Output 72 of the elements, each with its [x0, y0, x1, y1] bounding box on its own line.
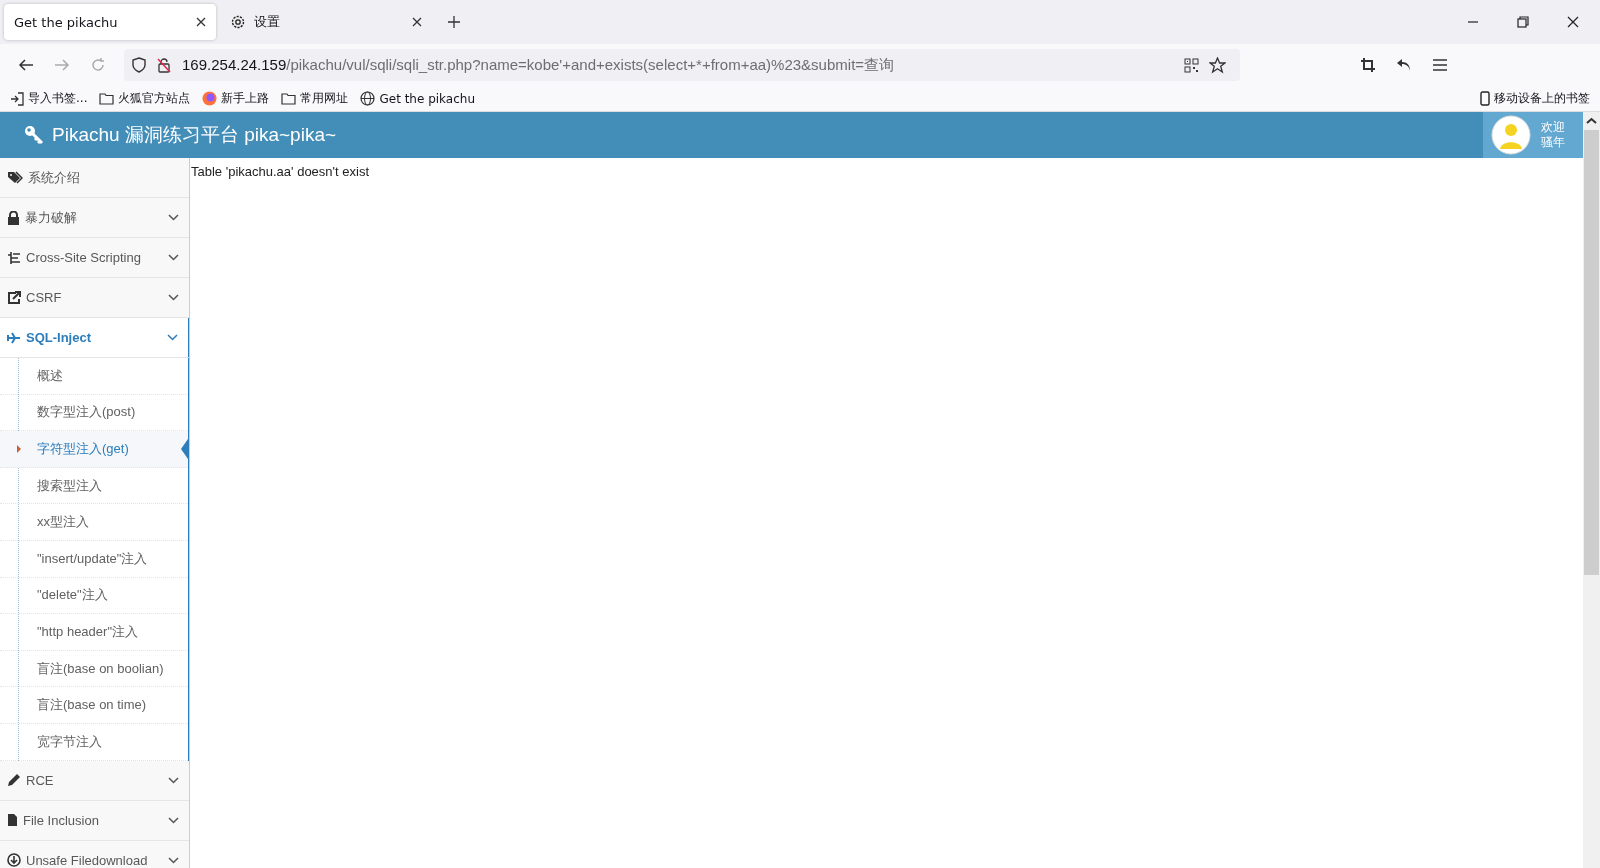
submenu-item[interactable]: 宽字节注入	[0, 723, 188, 761]
chevron-icon	[168, 816, 179, 824]
restore-icon[interactable]	[1517, 16, 1529, 28]
chevron-icon	[168, 254, 179, 261]
close-icon[interactable]	[1567, 16, 1579, 28]
lock-icon	[7, 210, 20, 225]
import-icon	[10, 91, 24, 106]
new-tab-icon[interactable]	[448, 16, 460, 28]
sidebar-item[interactable]: Unsafe Filedownload	[0, 840, 189, 868]
chevron-icon	[168, 214, 179, 221]
submenu-item[interactable]: "http header"注入	[0, 614, 188, 651]
submenu-item[interactable]: xx型注入	[0, 504, 188, 541]
sidebar-item[interactable]: 暴力破解	[0, 198, 189, 238]
submenu-item[interactable]: 盲注(base on time)	[0, 687, 188, 724]
chevron-icon	[168, 856, 179, 864]
url-text: 169.254.24.159/pikachu/vul/sqli/sqli_str.php?name=kobe'+and+exists(select+*+from+aa)%23&submit=查询	[182, 55, 895, 75]
plane-icon	[7, 331, 21, 344]
bookmark-item[interactable]: 新手上路	[202, 90, 270, 107]
greeting-text: 骚年	[1541, 135, 1565, 150]
bookmark-item[interactable]: 火狐官方站点	[99, 90, 191, 107]
chevron-icon	[167, 334, 178, 341]
sidebar-item[interactable]: 系统介绍	[0, 158, 189, 198]
sidebar-item[interactable]: Cross-Site Scripting	[0, 238, 189, 278]
sidebar-item[interactable]: SQL-Inject	[0, 318, 189, 358]
submenu-item[interactable]: "insert/update"注入	[0, 540, 188, 578]
bookmark-item[interactable]: 导入书签...	[10, 90, 88, 107]
close-icon[interactable]	[196, 17, 206, 27]
crop-icon[interactable]	[1360, 57, 1376, 73]
undo-icon[interactable]	[1396, 57, 1412, 73]
menu-icon[interactable]	[1432, 58, 1448, 72]
submenu-item[interactable]: 搜索型注入	[0, 467, 188, 505]
shield-icon	[132, 57, 146, 73]
download-icon	[7, 853, 21, 868]
tag-icon	[7, 170, 23, 185]
file-icon	[7, 813, 18, 828]
globe-icon	[360, 91, 376, 106]
phone-icon	[1480, 91, 1490, 106]
submenu-item[interactable]: "delete"注入	[0, 577, 188, 615]
qr-code-icon[interactable]	[1184, 57, 1199, 73]
submenu-item[interactable]: 概述	[0, 358, 188, 395]
chevron-icon	[168, 776, 179, 784]
site-title: Pikachu 漏洞练习平台 pika~pika~	[52, 123, 337, 147]
submenu-item[interactable]: 盲注(base on boolian)	[0, 650, 188, 688]
insecure-lock-icon	[156, 57, 172, 73]
star-icon[interactable]	[1209, 56, 1226, 74]
browser-tab[interactable]: 设置	[220, 4, 432, 40]
scrollbar[interactable]	[1583, 112, 1600, 868]
pencil-icon	[7, 773, 21, 788]
submenu-item[interactable]: 字符型注入(get)	[0, 431, 188, 468]
back-icon[interactable]	[18, 57, 34, 73]
sidebar-item[interactable]: RCE	[0, 760, 189, 801]
sidebar-item[interactable]: File Inclusion	[0, 800, 189, 841]
avatar-icon	[1491, 115, 1531, 155]
error-message: Table 'pikachu.aa' doesn't exist	[191, 164, 369, 179]
bookmark-item[interactable]: 移动设备上的书签	[1480, 90, 1590, 107]
browser-logo-icon	[202, 91, 218, 106]
browser-tab[interactable]: Get the pikachu	[4, 4, 216, 40]
share-icon	[7, 290, 21, 305]
tree-icon	[7, 250, 21, 265]
chevron-icon	[168, 294, 179, 301]
address-bar[interactable]: 169.254.24.159/pikachu/vul/sqli/sqli_str.php?name=kobe'+and+exists(select+*+from+aa)%23&submit=查询	[124, 49, 1240, 81]
gear-icon	[230, 14, 246, 30]
bookmark-item[interactable]: Get the pikachu	[360, 91, 475, 106]
caret-icon	[17, 445, 21, 454]
scroll-thumb[interactable]	[1584, 130, 1599, 575]
key-icon	[24, 125, 44, 145]
sidebar-item[interactable]: CSRF	[0, 278, 189, 318]
close-icon[interactable]	[412, 17, 422, 27]
bookmark-item[interactable]: 常用网址	[281, 90, 349, 107]
folder-icon	[99, 92, 115, 105]
greeting-text: 欢迎	[1541, 120, 1565, 135]
folder-icon	[281, 92, 297, 105]
